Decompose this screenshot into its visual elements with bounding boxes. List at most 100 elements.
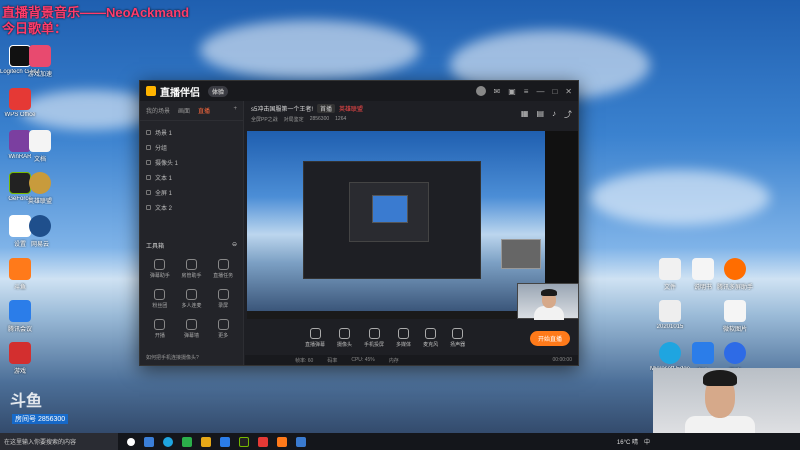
scene-item[interactable]: 分组 bbox=[140, 140, 243, 155]
task-view-icon[interactable] bbox=[144, 436, 154, 447]
desktop-icon-accelerator[interactable]: 游戏加速 bbox=[20, 45, 60, 78]
add-tab-icon[interactable]: + bbox=[233, 106, 237, 115]
multiscreen-icon bbox=[724, 258, 746, 280]
game-accelerator-icon bbox=[29, 45, 51, 67]
scene-item[interactable]: 文本 1 bbox=[140, 170, 243, 185]
taskbar-search[interactable]: 在这里输入你要搜索的内容 bbox=[0, 433, 118, 450]
scene-tabs: 我的场景 画面 直播 + bbox=[140, 101, 243, 121]
scene-item[interactable]: 场景 1 bbox=[140, 125, 243, 140]
room-info: s5冲击国服第一个王者! 首播 英雄联盟 全屏PP之战 对局鉴定 2856300… bbox=[245, 101, 578, 131]
chat-icon bbox=[154, 259, 166, 270]
edge-icon[interactable] bbox=[163, 436, 173, 447]
layout-icon[interactable]: ▤ bbox=[536, 109, 544, 120]
skin-icon[interactable]: ▣ bbox=[508, 87, 516, 96]
input-lang[interactable]: 中 bbox=[644, 437, 650, 446]
tool-multi-mic[interactable]: 多人连麦 bbox=[176, 289, 208, 309]
mail-icon[interactable]: ✉ bbox=[494, 87, 501, 96]
preview-taskbar bbox=[247, 311, 545, 319]
desktop-icon-douyu[interactable]: 斗鱼 bbox=[0, 258, 40, 291]
stream-preview[interactable] bbox=[247, 131, 545, 319]
user-icon bbox=[185, 259, 197, 270]
tab-screen[interactable]: 画面 bbox=[178, 106, 190, 115]
camera-button[interactable]: 摄像头 bbox=[337, 328, 352, 348]
phone-icon bbox=[368, 328, 380, 339]
edge-icon bbox=[659, 342, 681, 364]
record-icon bbox=[217, 289, 229, 300]
person-hair bbox=[703, 370, 737, 386]
tab-live[interactable]: 直播 bbox=[198, 106, 210, 115]
game-icon[interactable] bbox=[277, 436, 287, 447]
minimize-icon[interactable]: — bbox=[536, 87, 544, 96]
app-icon[interactable] bbox=[296, 436, 306, 447]
tool-more[interactable]: 更多 bbox=[207, 319, 239, 339]
share-icon[interactable]: ⤴ bbox=[564, 109, 572, 120]
maximize-icon[interactable]: □ bbox=[552, 87, 557, 96]
gift-icon[interactable]: ▦ bbox=[521, 109, 529, 120]
wechat-icon[interactable] bbox=[182, 436, 192, 447]
cortana-icon[interactable] bbox=[127, 437, 135, 446]
toolbox-title: 工具箱 bbox=[146, 244, 165, 250]
desktop-icon-photos[interactable]: 微软图片 bbox=[715, 300, 755, 333]
room-tag-new: 首播 bbox=[317, 104, 336, 113]
music-overlay-playlist: 今日歌单： bbox=[2, 21, 68, 36]
game-icon bbox=[9, 342, 31, 364]
desktop-icon-wps[interactable]: WPS Office bbox=[0, 88, 40, 118]
geforce-icon[interactable] bbox=[239, 436, 249, 447]
desktop-icon-music[interactable]: 网易云 bbox=[20, 215, 60, 248]
app-logo-icon bbox=[146, 86, 156, 96]
toolbox-more-icon[interactable]: ⊖ bbox=[232, 241, 237, 250]
chat-icon bbox=[309, 328, 321, 339]
speaker-button[interactable]: 扬声器 bbox=[450, 328, 465, 348]
close-icon[interactable]: ✕ bbox=[565, 87, 572, 96]
checkbox-icon bbox=[146, 130, 151, 135]
speaker-icon bbox=[452, 328, 464, 339]
folder-icon[interactable] bbox=[201, 436, 211, 447]
camera-tip[interactable]: 如何把手机连接摄像头? bbox=[146, 354, 199, 361]
desktop-icon-game[interactable]: 游戏 bbox=[0, 342, 40, 375]
desktop-icon-date[interactable]: 20201015 bbox=[650, 300, 690, 330]
room-hot: 1264 bbox=[335, 116, 347, 122]
start-live-button[interactable]: 开始直播 bbox=[529, 331, 570, 346]
weather-widget[interactable]: 16°C 晴 bbox=[617, 437, 638, 446]
tool-fans[interactable]: 粉丝团 bbox=[144, 289, 176, 309]
scene-item[interactable]: 全屏 1 bbox=[140, 185, 243, 200]
desktop-icon-manual[interactable]: 说明书 bbox=[683, 258, 723, 291]
music-icon bbox=[29, 215, 51, 237]
desktop-icon-lol[interactable]: 英雄联盟 bbox=[20, 172, 60, 205]
shield-icon bbox=[692, 342, 714, 364]
tool-task[interactable]: 直播任务 bbox=[207, 259, 239, 279]
store-icon[interactable] bbox=[220, 436, 230, 447]
tool-admin[interactable]: 房管助手 bbox=[176, 259, 208, 279]
preview-area: s5冲击国服第一个王者! 首播 英雄联盟 全屏PP之战 对局鉴定 2856300… bbox=[245, 101, 578, 365]
more-icon bbox=[217, 319, 229, 330]
checkbox-icon bbox=[146, 145, 151, 150]
menu-icon[interactable]: ≡ bbox=[524, 87, 529, 96]
windows-taskbar: 在这里输入你要搜索的内容 16°C 晴 中 bbox=[0, 433, 800, 450]
douyu-icon bbox=[9, 258, 31, 280]
bell-icon[interactable]: ♪ bbox=[552, 109, 556, 120]
room-title[interactable]: s5冲击国服第一个王者! bbox=[251, 104, 313, 113]
room-meta-mode: 全屏PP之战 bbox=[251, 117, 278, 123]
version-badge[interactable]: 体验 bbox=[208, 85, 229, 97]
phone-cast-button[interactable]: 手机投屏 bbox=[364, 328, 384, 348]
tool-record[interactable]: 录屏 bbox=[207, 289, 239, 309]
eye-icon bbox=[146, 160, 151, 165]
webcam-small bbox=[517, 283, 579, 320]
danmaku-button[interactable]: 直播弹幕 bbox=[305, 328, 325, 348]
wps-icon[interactable] bbox=[258, 436, 268, 447]
tab-my-scenes[interactable]: 我的场景 bbox=[146, 106, 170, 115]
scene-item[interactable]: 摄像头 1 bbox=[140, 155, 243, 170]
fans-icon bbox=[154, 289, 166, 300]
media-button[interactable]: 多媒体 bbox=[396, 328, 411, 348]
tool-start[interactable]: 开播 bbox=[144, 319, 176, 339]
mic-button[interactable]: 麦克风 bbox=[423, 328, 438, 348]
camera-pip[interactable] bbox=[501, 239, 541, 269]
tool-danmaku[interactable]: 弹幕助手 bbox=[144, 259, 176, 279]
tool-danmaku-wall[interactable]: 弹幕墙 bbox=[176, 319, 208, 339]
scene-item[interactable]: 文本 2 bbox=[140, 200, 243, 215]
desktop-icon-doc[interactable]: 文档 bbox=[20, 130, 60, 163]
room-category[interactable]: 英雄联盟 bbox=[339, 104, 363, 113]
source-controls: 直播弹幕 摄像头 手机投屏 多媒体 麦克风 扬声器 bbox=[245, 323, 578, 353]
user-avatar[interactable] bbox=[475, 86, 486, 96]
desktop-icon-meeting[interactable]: 腾讯会议 bbox=[0, 300, 40, 333]
